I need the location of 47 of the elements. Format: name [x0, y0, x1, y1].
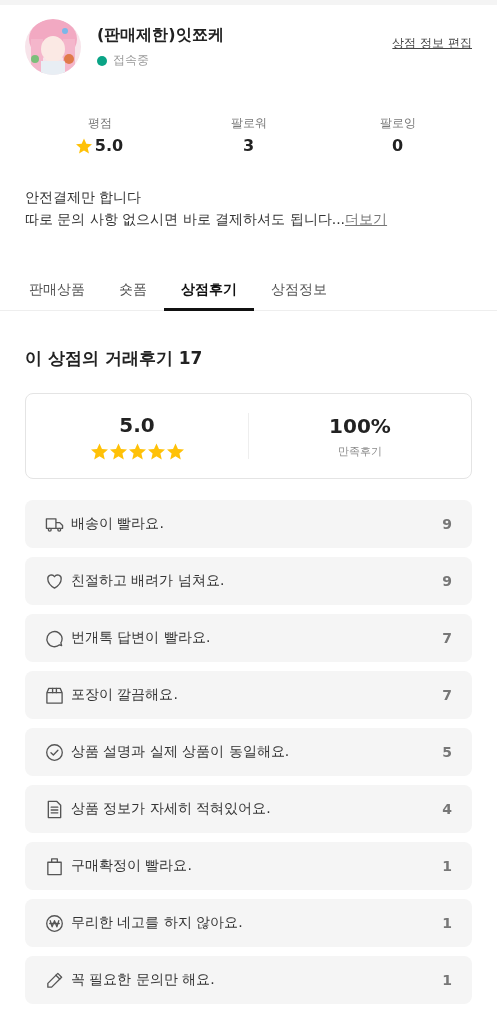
rating-score: 5.0 [119, 412, 155, 437]
tab[interactable]: 상점후기 [164, 273, 254, 311]
review-tag-text: 무리한 네고를 하지 않아요. [71, 914, 244, 932]
tab[interactable]: 숏폼 [102, 273, 164, 311]
satisfaction-value: 100% [329, 413, 391, 438]
box-icon [45, 685, 64, 705]
review-tag-text: 꼭 필요한 문의만 해요. [71, 971, 216, 989]
document-icon [45, 799, 64, 819]
star-icon [75, 137, 92, 154]
review-tag-text: 배송이 빨라요. [71, 515, 165, 533]
stat-value: 3 [242, 136, 255, 155]
shopping-bag-icon [45, 856, 64, 876]
tab[interactable]: 상점정보 [254, 273, 344, 311]
stat-label: 팔로잉 [379, 115, 416, 132]
heart-icon [45, 571, 64, 591]
bio-text: 따로 문의 사항 없으시면 바로 결제하셔도 됩니다...더보기 [25, 211, 389, 229]
satisfaction-label: 만족후기 [338, 443, 382, 459]
stat-value: 5.0 [94, 136, 124, 155]
stat-value: 0 [391, 136, 404, 155]
status-text: 접속중 [113, 52, 149, 69]
shop-name: (판매제한)잇쬬케 [97, 25, 225, 46]
review-tag-count: 7 [442, 630, 452, 646]
pencil-icon [45, 970, 64, 990]
review-tag-text: 상품 설명과 실제 상품이 동일해요. [71, 743, 291, 761]
bio-text: 안전결제만 합니다 [25, 189, 143, 207]
check-circle-icon [45, 742, 64, 762]
review-tag-count: 9 [442, 516, 452, 532]
review-tag-text: 친절하고 배려가 넘쳐요. [71, 572, 226, 590]
review-tag-text: 번개톡 답변이 빨라요. [71, 629, 212, 647]
review-tag-count: 1 [442, 972, 452, 988]
review-tag-count: 1 [442, 915, 452, 931]
review-tag-text: 구매확정이 빨라요. [71, 857, 193, 875]
chat-bubble-icon [45, 628, 64, 648]
review-tag-text: 포장이 깔끔해요. [71, 686, 179, 704]
review-tag-text: 상품 정보가 자세히 적혀있어요. [71, 800, 272, 818]
review-tag-count: 7 [442, 687, 452, 703]
more-link[interactable]: 더보기 [345, 211, 388, 227]
edit-shop-link[interactable]: 상점 정보 편집 [392, 35, 472, 52]
stat-label: 팔로워 [230, 115, 267, 132]
section-heading: 이 상점의 거래후기 17 [25, 347, 204, 370]
won-coin-icon [45, 913, 64, 933]
review-tag-count: 5 [442, 744, 452, 760]
stat-label: 평점 [87, 115, 112, 132]
tab[interactable]: 판매상품 [12, 273, 102, 311]
review-tag-count: 9 [442, 573, 452, 589]
review-tag-count: 4 [442, 801, 452, 817]
review-tag-count: 1 [442, 858, 452, 874]
